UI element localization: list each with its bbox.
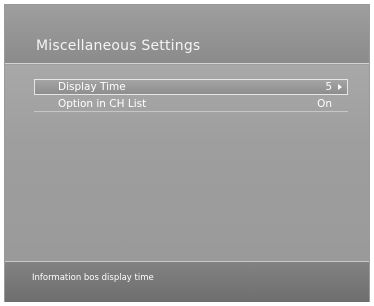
help-text: Information bos display time [32, 273, 154, 283]
menu-item-value: On [317, 98, 332, 110]
help-bar: Information bos display time [5, 261, 369, 302]
page-title: Miscellaneous Settings [36, 38, 201, 54]
menu-item-display-time[interactable]: Display Time 5 [34, 79, 348, 95]
menu-item-label: Display Time [58, 81, 126, 93]
header-bar: Miscellaneous Settings [5, 5, 369, 64]
menu-item-label: Option in CH List [58, 98, 147, 110]
menu-item-value: 5 [325, 81, 332, 93]
tv-settings-screen: Miscellaneous Settings Display Time 5 Op… [4, 4, 370, 302]
menu-item-option-in-ch-list[interactable]: Option in CH List On [34, 96, 348, 112]
settings-menu: Display Time 5 Option in CH List On [34, 79, 348, 113]
settings-content: Display Time 5 Option in CH List On [5, 65, 369, 261]
arrow-right-icon[interactable] [338, 84, 342, 90]
